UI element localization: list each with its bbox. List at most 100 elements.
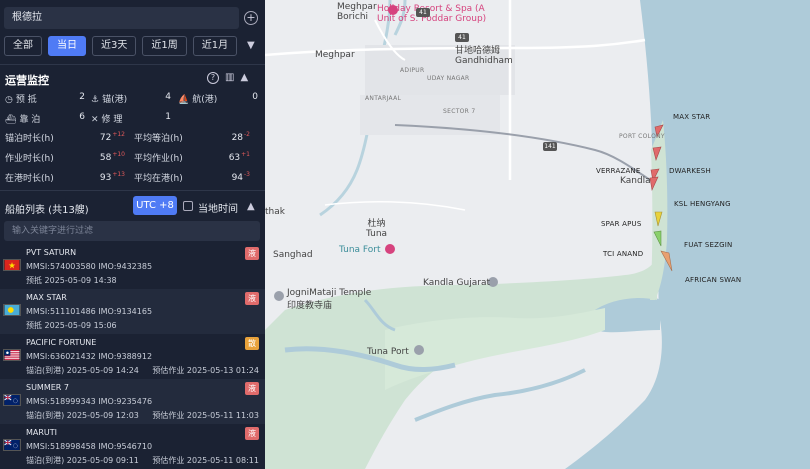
place-tuna-fort: Tuna Fort (339, 245, 381, 255)
place-gandhidham: 甘地哈德姆 Gandhidham (455, 46, 513, 66)
cargo-badge: 液 (245, 292, 259, 305)
flag-cook-islands-icon (3, 394, 21, 406)
poi-pin[interactable] (274, 291, 284, 301)
map-view[interactable]: Meghpar Borichi Holiday Resort & Spa (A … (265, 0, 810, 469)
vessel-label[interactable]: TCI ANAND (603, 250, 643, 258)
chevron-up-icon[interactable]: ▲ (247, 202, 257, 212)
map-canvas (265, 0, 810, 469)
berth-icon: ⛴ (5, 115, 17, 125)
metric-value: 94-3 (231, 171, 250, 183)
metric-value: 58+10 (99, 151, 125, 163)
cargo-badge: 液 (245, 382, 259, 395)
vessel-label[interactable]: AFRICAN SWAN (685, 276, 741, 284)
local-time-label: 当地时间 (198, 204, 238, 215)
cargo-badge: 散 (245, 337, 259, 350)
time-filter-group: 全部 当日 近3天 近1周 近1月 (4, 36, 238, 58)
local-time-checkbox[interactable] (183, 201, 193, 211)
ship-status: 预抵 2025-05-09 15:06 (26, 321, 117, 330)
stat-anchor-value: 4 (165, 92, 171, 102)
ship-ids: MMSI:636021432 IMO:9388912 (26, 352, 153, 361)
ship-ids: MMSI:574003580 IMO:9432385 (26, 262, 153, 271)
stat-sail-value: 0 (252, 92, 258, 102)
metric-value: 72+12 (99, 131, 125, 143)
place-antarjaal: ANTARJAAL (365, 95, 402, 102)
place-sector7: SECTOR 7 (443, 108, 476, 115)
place-uday-nagar: UDAY NAGAR (427, 75, 470, 82)
poi-pin[interactable] (385, 244, 395, 254)
ship-estimate: 预估作业 2025-05-13 01:24 (152, 366, 259, 375)
ship-status: 预抵 2025-05-09 14:38 (26, 276, 117, 285)
divider (0, 64, 265, 65)
cargo-badge: 液 (245, 427, 259, 440)
ship-name: PVT SATURN (26, 248, 77, 257)
place-thak: thak (265, 207, 285, 217)
add-icon[interactable]: + (244, 11, 258, 25)
place-tuna: 杜纳 Tuna (366, 219, 388, 239)
wrench-icon: ✕ (91, 115, 99, 125)
app-root: 根德拉 + 全部 当日 近3天 近1周 近1月 ▼ 运营监控 ? ▥ ▲ ◷ 预 … (0, 0, 810, 469)
ship-row[interactable]: SUMMER 7 MMSI:518999343 IMO:9235476 锚泊(到… (0, 379, 265, 424)
place-kandla: Kandla (620, 176, 651, 186)
ship-list-title: 船舶列表 (共13艘) (5, 205, 89, 216)
search-input[interactable]: 根德拉 (4, 7, 239, 29)
ship-status: 锚泊(到港) 2025-05-09 12:03 (26, 411, 139, 420)
metric-value: 28-2 (231, 131, 250, 143)
flag-liberia-icon (3, 349, 21, 361)
ops-title: 运营监控 (5, 74, 49, 87)
place-jognimataji: JogniMataji Temple 印度教寺庙 (287, 288, 372, 311)
metric-label: 平均作业(h) (134, 154, 183, 164)
ship-ids: MMSI:511101486 IMO:9134165 (26, 307, 153, 316)
ship-ids: MMSI:518998458 IMO:9546710 (26, 442, 153, 451)
place-meghpar: Meghpar (315, 50, 355, 60)
road-badge: 141 (543, 142, 557, 151)
vessel-label[interactable]: DWARKESH (669, 167, 711, 175)
stat-anchor: ⚓ 锚(港) (91, 95, 128, 105)
stat-berth: ⛴ 靠 泊 (5, 115, 41, 125)
filter-all[interactable]: 全部 (4, 36, 42, 56)
poi-pin[interactable] (414, 345, 424, 355)
metric-value: 93+13 (99, 171, 125, 183)
stat-sail: ⛵ 航(港) (178, 95, 218, 105)
chevron-up-icon[interactable]: ▲ (240, 72, 248, 84)
vessel-label[interactable]: KSL HENGYANG (674, 200, 731, 208)
metric-label: 作业时长(h) (5, 154, 54, 164)
ship-row[interactable]: PACIFIC FORTUNE MMSI:636021432 IMO:93889… (0, 334, 265, 379)
stat-repair-value: 1 (165, 112, 171, 122)
ship-status: 锚泊(到港) 2025-05-09 09:11 (26, 456, 139, 465)
place-meghpar-borichi: Meghpar Borichi (337, 2, 377, 22)
chart-icon[interactable]: ▥ (225, 72, 234, 84)
filter-today[interactable]: 当日 (48, 36, 86, 56)
place-verrazane: VERRAZANE (596, 167, 641, 175)
metric-value: 63+1 (228, 151, 250, 163)
map-label: Meghpar Borichi (337, 2, 377, 22)
ship-row[interactable]: MARUTI MMSI:518998458 IMO:9546710 锚泊(到港)… (0, 424, 265, 469)
place-holiday-resort: Holiday Resort & Spa (A Unit of S. Podda… (377, 4, 487, 24)
road-badge: 41 (416, 8, 430, 17)
metric-label: 平均在港(h) (134, 174, 183, 184)
stat-berth-value: 6 (79, 112, 85, 122)
place-adipur: ADIPUR (400, 67, 425, 74)
ship-name: MARUTI (26, 428, 58, 437)
stat-repair: ✕ 修 理 (91, 115, 123, 125)
place-tuna-port: Tuna Port (367, 347, 409, 357)
ship-row[interactable]: MAX STAR MMSI:511101486 IMO:9134165 预抵 2… (0, 289, 265, 334)
divider (0, 190, 265, 191)
vessel-label[interactable]: FUAT SEZGIN (684, 241, 732, 249)
filter-1week[interactable]: 近1周 (142, 36, 187, 56)
chevron-down-icon[interactable]: ▼ (247, 41, 257, 51)
ship-row[interactable]: PVT SATURN MMSI:574003580 IMO:9432385 预抵… (0, 244, 265, 289)
filter-1month[interactable]: 近1月 (192, 36, 238, 56)
vessel-label[interactable]: MAX STAR (673, 113, 710, 121)
vessel-label[interactable]: SPAR APUS (601, 220, 641, 228)
ship-estimate: 预估作业 2025-05-11 11:03 (152, 411, 259, 420)
metric-label: 平均等泊(h) (134, 134, 183, 144)
ops-tools: ? ▥ ▲ (207, 72, 248, 84)
filter-3days[interactable]: 近3天 (92, 36, 137, 56)
ship-ids: MMSI:518999343 IMO:9235476 (26, 397, 153, 406)
place-port-colony: PORT COLONY (619, 133, 665, 140)
ship-status: 锚泊(到港) 2025-05-09 14:24 (26, 366, 139, 375)
side-panel: 根德拉 + 全部 当日 近3天 近1周 近1月 ▼ 运营监控 ? ▥ ▲ ◷ 预 … (0, 0, 265, 469)
help-icon[interactable]: ? (207, 72, 219, 84)
utc-button[interactable]: UTC +8 (133, 196, 177, 215)
ship-filter-input[interactable]: 输入关键字进行过滤 (4, 221, 260, 241)
